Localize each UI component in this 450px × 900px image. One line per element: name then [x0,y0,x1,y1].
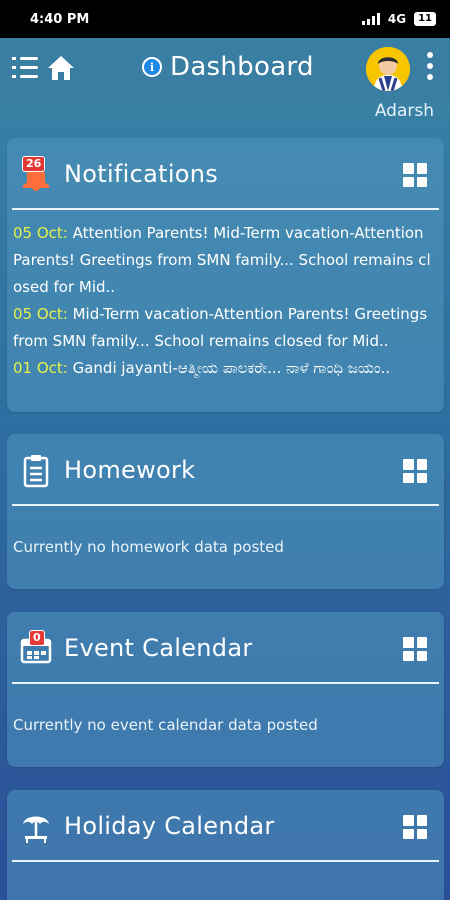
notification-date: 05 Oct: [13,224,68,242]
notifications-badge: 26 [22,156,46,172]
list-item[interactable]: 05 Oct: Mid-Term vacation-Attention Pare… [13,301,434,355]
grid-icon[interactable] [403,459,427,483]
notifications-list: 05 Oct: Attention Parents! Mid-Term vaca… [7,208,444,394]
notifications-header: 26 Notifications [7,138,444,210]
homework-empty-message: Currently no homework data posted [13,538,284,556]
app-bar: i Dashboard [0,38,450,100]
battery-icon: 11 [414,12,436,26]
divider [12,504,439,506]
signal-icon [361,13,380,25]
notifications-card[interactable]: 26 Notifications 05 Oct: Attention Paren… [7,138,444,412]
homework-body: Currently no homework data posted [7,504,444,573]
username-label: Adarsh [374,101,434,121]
notification-text: Gandi jayanti-ಆತ್ಮೀಯ ಪಾಲಕರೇ... ನಾಳೆ ಗಾಂಧ… [67,359,391,377]
status-bar: 4:40 PM 4G 11 [0,0,450,38]
event-badge: 0 [29,630,45,646]
info-icon[interactable]: i [142,57,162,77]
grid-icon[interactable] [403,815,427,839]
notifications-title: Notifications [64,160,219,188]
menu-icon[interactable] [12,55,38,79]
title-group: i Dashboard [142,52,314,82]
notification-date: 05 Oct: [13,305,68,323]
event-calendar-title: Event Calendar [64,634,253,662]
holiday-calendar-title: Holiday Calendar [64,812,275,840]
grid-icon[interactable] [403,163,427,187]
divider [12,860,439,862]
home-icon[interactable] [46,54,76,82]
divider [12,682,439,684]
event-calendar-body: Currently no event calendar data posted [7,682,444,751]
homework-title: Homework [64,456,196,484]
homework-card[interactable]: Homework Currently no homework data post… [7,434,444,589]
grid-icon[interactable] [403,637,427,661]
notification-text: Attention Parents! Mid-Term vacation-Att… [13,224,431,296]
network-type: 4G [387,12,407,26]
clipboard-icon [23,455,49,488]
holiday-calendar-card[interactable]: Holiday Calendar [7,790,444,900]
event-calendar-header: 0 Event Calendar [7,612,444,684]
divider [12,208,439,210]
page-title: Dashboard [170,52,314,82]
status-time: 4:40 PM [30,11,90,27]
homework-header: Homework [7,434,444,506]
kebab-icon[interactable] [424,52,436,86]
avatar[interactable] [366,47,410,91]
notification-text: Mid-Term vacation-Attention Parents! Gre… [13,305,428,350]
event-empty-message: Currently no event calendar data posted [13,716,318,734]
notification-date: 01 Oct: [13,359,68,377]
beach-umbrella-icon [23,816,49,843]
status-indicators: 4G 11 [361,12,436,26]
list-item[interactable]: 01 Oct: Gandi jayanti-ಆತ್ಮೀಯ ಪಾಲಕರೇ... ನ… [13,355,434,382]
holiday-calendar-header: Holiday Calendar [7,790,444,862]
event-calendar-card[interactable]: 0 Event Calendar Currently no event cale… [7,612,444,767]
list-item[interactable]: 05 Oct: Attention Parents! Mid-Term vaca… [13,220,434,301]
